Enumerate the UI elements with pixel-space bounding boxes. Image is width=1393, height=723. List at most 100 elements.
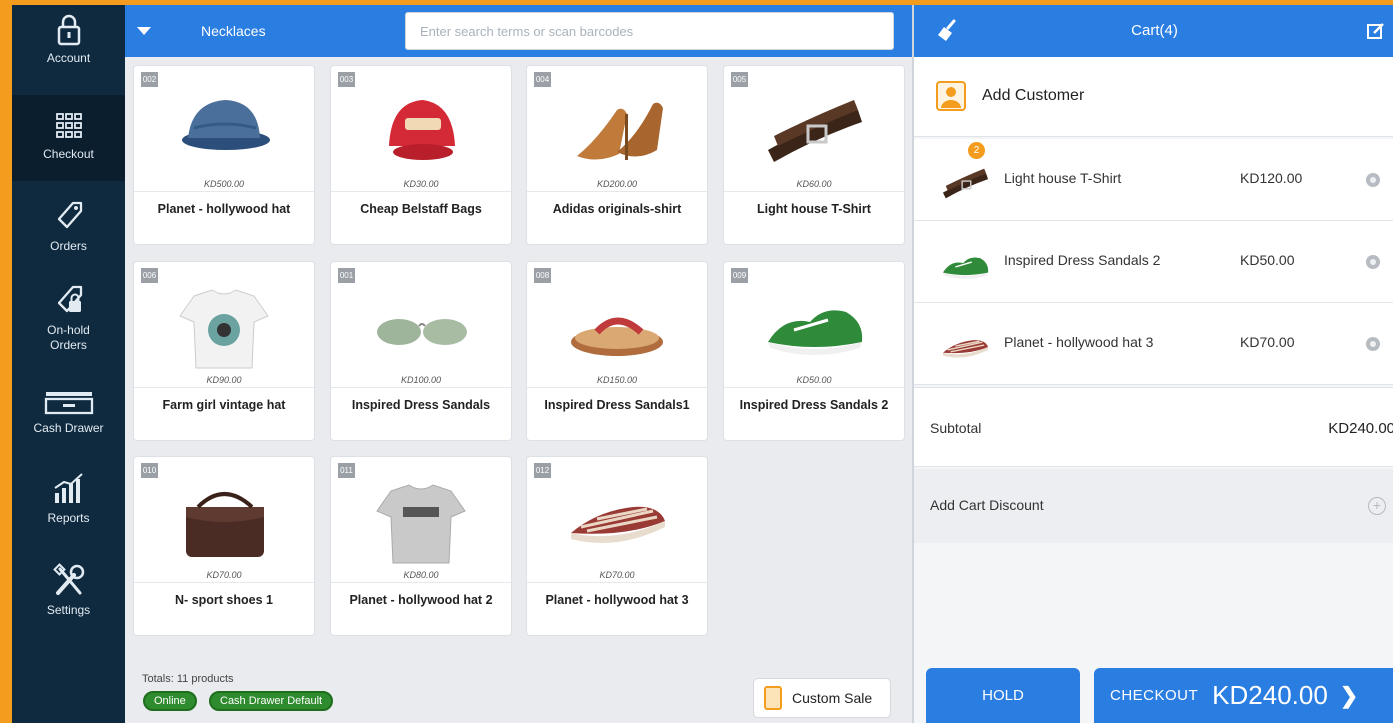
pos-app: Account Checkout Orders On-hold Orders C…	[12, 5, 1393, 723]
tools-icon	[52, 563, 84, 595]
product-card[interactable]: 003 KD30.00 Cheap Belstaff Bags	[330, 65, 512, 245]
add-customer-button[interactable]: Add Customer	[914, 57, 1393, 137]
subtotal-row: Subtotal KD240.00	[914, 387, 1393, 467]
cart-item-name: Light house T-Shirt	[1004, 170, 1122, 186]
sku-badge: 002	[141, 72, 158, 87]
product-image	[164, 80, 286, 180]
checkout-label: CHECKOUT	[1110, 687, 1199, 704]
product-price: KD100.00	[400, 375, 442, 385]
subtotal-value: KD240.00	[1328, 420, 1393, 437]
subtotal-label: Subtotal	[930, 420, 982, 436]
product-name: Inspired Dress Sandals	[331, 387, 511, 427]
product-card[interactable]: 008 KD150.00 Inspired Dress Sandals1	[526, 261, 708, 441]
product-card[interactable]: 002 KD500.00 Planet - hollywood hat	[133, 65, 315, 245]
product-image	[754, 80, 876, 180]
product-name: Farm girl vintage hat	[134, 387, 314, 427]
plus-icon[interactable]: +	[1368, 497, 1386, 515]
product-image	[361, 80, 483, 180]
cart-title: Cart(4)	[1131, 22, 1178, 39]
remove-icon[interactable]	[1366, 173, 1380, 187]
product-card[interactable]: 005 KD60.00 Light house T-Shirt	[723, 65, 905, 245]
product-name: Planet - hollywood hat	[134, 191, 314, 231]
product-image	[361, 276, 483, 376]
product-image	[361, 471, 483, 571]
sku-badge: 008	[534, 268, 551, 283]
product-price: KD200.00	[596, 179, 638, 189]
remove-icon[interactable]	[1366, 255, 1380, 269]
product-header: Necklaces	[125, 5, 912, 57]
cart-item[interactable]: 2 Light house T-Shirt KD120.00	[914, 139, 1393, 221]
product-price: KD60.00	[796, 179, 832, 189]
product-name: Cheap Belstaff Bags	[331, 191, 511, 231]
category-dropdown[interactable]: Necklaces	[137, 18, 317, 44]
checkout-button[interactable]: CHECKOUT KD240.00 ❯	[1094, 668, 1393, 723]
search-input[interactable]	[405, 12, 894, 50]
sidebar-item-settings[interactable]: Settings	[12, 563, 125, 639]
sku-badge: 001	[338, 268, 355, 283]
sku-badge: 003	[338, 72, 355, 87]
sidebar-item-label: Account	[46, 51, 91, 65]
cart-item[interactable]: Inspired Dress Sandals 2 KD50.00	[914, 221, 1393, 303]
sidebar-item-label: Cash Drawer	[33, 421, 104, 435]
chevron-right-icon: ❯	[1339, 682, 1359, 708]
remove-icon[interactable]	[1366, 337, 1380, 351]
product-image	[557, 276, 679, 376]
cart-item-image	[936, 323, 994, 367]
sidebar-item-checkout[interactable]: Checkout	[12, 95, 125, 181]
product-name: Planet - hollywood hat 3	[527, 582, 707, 622]
sku-badge: 009	[731, 268, 748, 283]
tag-lock-icon	[57, 285, 82, 313]
sku-badge: 012	[534, 463, 551, 478]
product-card[interactable]: 001 KD100.00 Inspired Dress Sandals	[330, 261, 512, 441]
sidebar-item-reports[interactable]: Reports	[12, 471, 125, 547]
product-price: KD90.00	[206, 375, 242, 385]
product-name: Inspired Dress Sandals 2	[724, 387, 904, 427]
edit-icon[interactable]	[1366, 21, 1386, 41]
cart-item-price: KD120.00	[1240, 170, 1303, 186]
sku-badge: 004	[534, 72, 551, 87]
caret-down-icon	[137, 27, 151, 35]
product-card[interactable]: 004 KD200.00 Adidas originals-shirt	[526, 65, 708, 245]
sidebar-item-orders[interactable]: Orders	[12, 197, 125, 277]
sidebar-item-on-hold-orders[interactable]: On-hold Orders	[12, 281, 125, 373]
product-price: KD30.00	[403, 179, 439, 189]
product-panel: Necklaces 002 KD500.00 Planet - hollywood …	[125, 5, 912, 723]
product-image	[164, 276, 286, 376]
bar-chart-icon	[53, 473, 83, 503]
product-price: KD150.00	[596, 375, 638, 385]
cart-item-price: KD70.00	[1240, 334, 1295, 350]
cart-header: Cart(4)	[914, 5, 1393, 57]
product-price: KD80.00	[403, 570, 439, 580]
sku-badge: 006	[141, 268, 158, 283]
cart-item-name: Inspired Dress Sandals 2	[1004, 252, 1161, 268]
cart-item-image	[936, 241, 994, 285]
product-card[interactable]: 006 KD90.00 Farm girl vintage hat	[133, 261, 315, 441]
tag-icon	[57, 201, 82, 229]
status-badge-online: Online	[143, 691, 197, 711]
product-price: KD500.00	[203, 179, 245, 189]
product-name: Light house T-Shirt	[724, 191, 904, 231]
category-label: Necklaces	[201, 23, 266, 39]
product-card[interactable]: 012 KD70.00 Planet - hollywood hat 3	[526, 456, 708, 636]
cart-item[interactable]: Planet - hollywood hat 3 KD70.00	[914, 303, 1393, 385]
product-image	[557, 80, 679, 180]
add-cart-discount[interactable]: Add Cart Discount +	[914, 469, 1393, 543]
product-card[interactable]: 011 KD80.00 Planet - hollywood hat 2	[330, 456, 512, 636]
product-card[interactable]: 009 KD50.00 Inspired Dress Sandals 2	[723, 261, 905, 441]
product-price: KD70.00	[206, 570, 242, 580]
product-name: Inspired Dress Sandals1	[527, 387, 707, 427]
document-icon	[764, 686, 782, 710]
product-name: N- sport shoes 1	[134, 582, 314, 622]
product-price: KD50.00	[796, 375, 832, 385]
product-footer: Totals: 11 products Online Cash Drawer D…	[125, 661, 912, 723]
sidebar-item-account[interactable]: Account	[12, 13, 125, 91]
hold-button[interactable]: HOLD	[926, 668, 1080, 723]
product-card[interactable]: 010 KD70.00 N- sport shoes 1	[133, 456, 315, 636]
sidebar-item-cash-drawer[interactable]: Cash Drawer	[12, 389, 125, 459]
custom-sale-button[interactable]: Custom Sale	[753, 678, 891, 718]
sku-badge: 011	[338, 463, 355, 478]
cart-item-image	[936, 159, 994, 203]
product-image	[164, 471, 286, 571]
sidebar-item-label: Orders	[50, 239, 87, 253]
product-price: KD70.00	[599, 570, 635, 580]
